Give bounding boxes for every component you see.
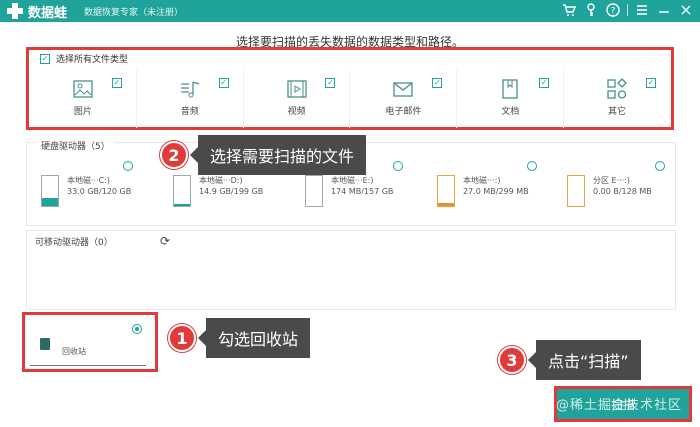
logo-plus-icon bbox=[6, 2, 24, 20]
disk-icon bbox=[567, 175, 585, 207]
recycle-bin-divider bbox=[30, 365, 146, 366]
title-bar-separator bbox=[627, 4, 628, 16]
hard-drives-title: 硬盘驱动器（5） bbox=[37, 139, 114, 152]
drive-name: 本地磁···:) bbox=[463, 176, 501, 185]
disk-icon bbox=[173, 175, 191, 207]
callout-text: 点击“扫描” bbox=[536, 340, 641, 380]
drive-item[interactable]: 分区 E···:) 0.00 B/128 MB bbox=[559, 161, 699, 225]
cart-icon[interactable] bbox=[561, 2, 577, 18]
removable-drives-title: 可移动驱动器（0） bbox=[35, 238, 113, 248]
image-checkbox[interactable]: ✓ bbox=[111, 78, 122, 88]
drive-name: 本地磁···D:) bbox=[199, 176, 243, 185]
recycle-bin-item[interactable]: 回收站 bbox=[28, 318, 156, 368]
callout-3: 3 点击“扫描” bbox=[498, 340, 641, 380]
close-icon[interactable] bbox=[678, 2, 694, 18]
drive-radio[interactable] bbox=[655, 161, 665, 171]
file-type-audio[interactable]: ✓ 音频 bbox=[137, 70, 244, 128]
callout-badge: 1 bbox=[168, 324, 196, 352]
callout-badge: 3 bbox=[498, 346, 526, 374]
title-bar: 数据蛙 数据恢复专家（未注册） ? bbox=[0, 0, 700, 22]
drive-size: 174 MB/157 GB bbox=[331, 187, 394, 196]
video-icon bbox=[286, 80, 307, 98]
callout-text: 选择需要扫描的文件 bbox=[198, 135, 367, 175]
file-type-image[interactable]: ✓ 图片 bbox=[30, 70, 137, 128]
drive-item[interactable]: 本地磁···:) 27.0 MB/299 MB bbox=[429, 161, 569, 225]
file-type-label: 电子邮件 bbox=[385, 107, 422, 117]
callout-text: 勾选回收站 bbox=[206, 318, 311, 358]
file-type-video[interactable]: ✓ 视频 bbox=[244, 70, 351, 128]
video-checkbox[interactable]: ✓ bbox=[325, 78, 336, 88]
title-bar-icons: ? bbox=[561, 2, 694, 18]
drive-name: 分区 E···:) bbox=[593, 176, 631, 185]
music-icon bbox=[180, 81, 199, 98]
disk-fill bbox=[174, 203, 190, 206]
drive-size: 27.0 MB/299 MB bbox=[463, 187, 529, 196]
file-type-label: 音频 bbox=[180, 107, 199, 117]
disk-fill bbox=[438, 203, 454, 206]
disk-icon bbox=[41, 175, 59, 207]
help-icon[interactable]: ? bbox=[605, 2, 621, 18]
drive-radio[interactable] bbox=[527, 161, 537, 171]
drive-radio[interactable] bbox=[123, 161, 133, 171]
disk-fill bbox=[42, 197, 58, 206]
disk-icon bbox=[437, 175, 455, 207]
select-all-label: 选择所有文件类型 bbox=[56, 55, 129, 65]
file-type-other[interactable]: ✓ 其它 bbox=[564, 70, 670, 128]
disk-icon bbox=[305, 175, 323, 207]
other-icon bbox=[607, 78, 627, 99]
drive-item[interactable]: 本地磁···C:) 33.0 GB/120 GB bbox=[33, 161, 173, 225]
file-type-document[interactable]: ✓ 文档 bbox=[457, 70, 565, 128]
file-types-row: ✓ 图片 ✓ 音频 ✓ 视频 ✓ 电子邮件 ✓ 文档 ✓ 其它 bbox=[30, 70, 670, 128]
drive-radio[interactable] bbox=[393, 161, 403, 171]
drive-name: 本地磁···E:) bbox=[331, 176, 374, 185]
app-subtitle: 数据恢复专家（未注册） bbox=[84, 8, 184, 18]
removable-drives-section: 可移动驱动器（0） bbox=[26, 230, 676, 310]
drive-name: 本地磁···C:) bbox=[67, 176, 111, 185]
app-name: 数据蛙 bbox=[28, 6, 68, 21]
menu-icon[interactable] bbox=[634, 2, 650, 18]
drive-size: 33.0 GB/120 GB bbox=[67, 187, 132, 196]
minimize-icon[interactable] bbox=[656, 2, 672, 18]
refresh-icon[interactable]: ⟳ bbox=[160, 234, 170, 248]
drive-size: 0.00 B/128 MB bbox=[593, 187, 652, 196]
document-icon bbox=[502, 79, 518, 99]
email-checkbox[interactable]: ✓ bbox=[432, 78, 443, 88]
file-type-label: 其它 bbox=[608, 107, 627, 117]
file-type-label: 图片 bbox=[73, 107, 92, 117]
trash-icon bbox=[40, 338, 50, 350]
file-type-label: 文档 bbox=[501, 107, 520, 117]
email-icon bbox=[393, 82, 414, 97]
image-icon bbox=[73, 80, 93, 98]
callout-badge: 2 bbox=[160, 141, 188, 169]
watermark: @稀土掘金技术社区 bbox=[556, 398, 683, 413]
file-type-label: 视频 bbox=[287, 107, 306, 117]
recycle-bin-radio[interactable] bbox=[132, 324, 142, 334]
select-all-checkbox[interactable]: ✓ bbox=[40, 53, 50, 64]
key-icon[interactable] bbox=[583, 2, 599, 18]
callout-2: 2 选择需要扫描的文件 bbox=[160, 135, 367, 175]
select-all-types[interactable]: ✓ 选择所有文件类型 bbox=[40, 52, 128, 65]
recycle-bin-label: 回收站 bbox=[62, 347, 86, 356]
audio-checkbox[interactable]: ✓ bbox=[218, 78, 229, 88]
other-checkbox[interactable]: ✓ bbox=[645, 78, 656, 88]
drive-size: 14.9 GB/199 GB bbox=[199, 187, 264, 196]
document-checkbox[interactable]: ✓ bbox=[539, 78, 550, 88]
callout-1: 1 勾选回收站 bbox=[168, 318, 311, 358]
svg-text:?: ? bbox=[611, 7, 616, 17]
file-type-email[interactable]: ✓ 电子邮件 bbox=[350, 70, 458, 128]
